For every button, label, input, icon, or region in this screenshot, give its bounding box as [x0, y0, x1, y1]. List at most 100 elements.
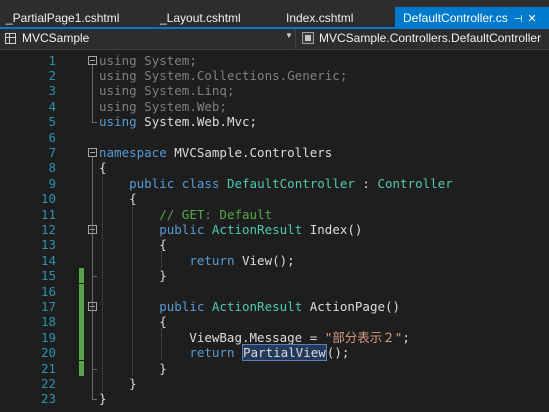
csharp-project-icon	[5, 33, 16, 44]
line-number: 22	[40, 375, 56, 391]
code-line[interactable]: 19 ViewBag.Message = "部分表示２";	[0, 329, 549, 346]
code-line[interactable]: 7 namespace MVCSample.Controllers	[0, 145, 549, 160]
code-line[interactable]: 14 return View();	[0, 253, 549, 268]
code-token: System.Web.Mvc;	[136, 114, 258, 130]
code-text: // GET: Default	[99, 207, 272, 222]
type-dropdown[interactable]: MVCSample.Controllers.DefaultController	[296, 29, 549, 49]
code-line[interactable]: 21 }	[0, 360, 549, 376]
code-text: return View();	[99, 252, 294, 268]
code-token: Index()	[302, 221, 363, 237]
line-number: 1	[48, 52, 56, 68]
code-line[interactable]: 20 return PartialView();	[0, 344, 549, 362]
actionpage-fold-guide-end	[92, 368, 97, 370]
code-line[interactable]: 1 using System;	[0, 53, 549, 68]
code-text: using System.Collections.Generic;	[99, 68, 347, 83]
collapse-icon[interactable]	[88, 55, 97, 65]
change-marker	[79, 314, 84, 330]
code-line[interactable]: 22 }	[0, 376, 549, 391]
project-dropdown[interactable]: MVCSample ▼	[0, 29, 296, 49]
code-token: }	[99, 391, 107, 407]
using-fold-guide	[92, 64, 93, 123]
line-number: 5	[48, 114, 56, 130]
namespace-fold-guide-end	[92, 399, 97, 401]
code-token: }	[99, 375, 137, 391]
code-line[interactable]: 6	[0, 130, 549, 145]
code-token: ();	[326, 345, 350, 361]
code-line[interactable]: 4 using System.Web;	[0, 99, 549, 114]
code-token: return	[189, 252, 235, 268]
code-line[interactable]: 23}	[0, 391, 549, 406]
code-line[interactable]: 17 public ActionResult ActionPage()	[0, 298, 549, 315]
line-number: 14	[40, 252, 56, 268]
tab-label: _Layout.cshtml	[160, 11, 241, 25]
code-token: using	[99, 52, 137, 68]
code-text: {	[99, 191, 137, 206]
code-token: using	[99, 114, 137, 130]
change-marker	[79, 360, 84, 376]
actionpage-fold-guide	[92, 310, 93, 369]
code-token: System.Web;	[136, 98, 227, 114]
indent-guide	[132, 205, 133, 376]
change-marker	[79, 283, 84, 299]
chevron-down-icon: ▼	[285, 31, 293, 40]
code-text: public class DefaultController : Control…	[99, 176, 453, 191]
line-number: 2	[48, 67, 56, 83]
code-token: public	[129, 175, 175, 191]
line-number: 8	[48, 160, 56, 176]
code-token: {	[99, 191, 137, 207]
code-line[interactable]: 16	[0, 283, 549, 299]
code-token: System.Collections.Generic;	[136, 67, 348, 83]
code-line[interactable]: 10 {	[0, 191, 549, 206]
index-fold-guide	[92, 233, 93, 277]
code-line[interactable]: 15 }	[0, 268, 549, 284]
pin-icon[interactable]: ⊣	[514, 14, 523, 25]
code-line[interactable]: 11 // GET: Default	[0, 207, 549, 222]
class-icon	[302, 32, 314, 44]
code-token: "部分表示２"	[324, 329, 403, 345]
code-line[interactable]: 13 {	[0, 237, 549, 252]
code-text: }	[99, 376, 137, 391]
code-text: using System.Web;	[99, 99, 227, 114]
code-token: public	[159, 298, 205, 314]
indent-guide	[161, 328, 162, 361]
code-text: using System.Linq;	[99, 83, 234, 98]
code-line[interactable]: 12 public ActionResult Index()	[0, 222, 549, 237]
line-number: 10	[40, 191, 56, 207]
line-number: 18	[40, 314, 56, 330]
code-line[interactable]: 9 public class DefaultController : Contr…	[0, 176, 549, 191]
indent-guide	[102, 174, 103, 392]
code-token: using	[99, 67, 137, 83]
code-line[interactable]: 3 using System.Linq;	[0, 83, 549, 98]
change-marker	[79, 298, 84, 315]
tab-layout[interactable]: _Layout.cshtml	[160, 7, 241, 29]
collapse-icon[interactable]	[88, 147, 97, 157]
code-line[interactable]: 2 using System.Collections.Generic;	[0, 68, 549, 83]
code-token: namespace	[99, 144, 167, 160]
tab-defaultcontroller[interactable]: DefaultController.cs ⊣ ✕	[395, 7, 549, 29]
tab-index[interactable]: Index.cshtml	[286, 7, 353, 29]
code-text: namespace MVCSample.Controllers	[99, 145, 332, 160]
line-number: 4	[48, 98, 56, 114]
code-token: System.Linq;	[136, 83, 235, 99]
tab-partialpage1[interactable]: _PartialPage1.cshtml	[6, 7, 119, 29]
code-token: ActionResult	[211, 221, 303, 237]
line-number: 11	[40, 206, 56, 222]
close-icon[interactable]: ✕	[527, 13, 536, 25]
code-line[interactable]: 5 using System.Web.Mvc;	[0, 114, 549, 129]
line-number: 16	[40, 283, 56, 299]
code-text: public ActionResult Index()	[99, 222, 362, 237]
tab-label: DefaultController.cs	[403, 11, 508, 25]
code-token: DefaultController	[226, 175, 355, 191]
code-line[interactable]: 8{	[0, 160, 549, 175]
code-text: public ActionResult ActionPage()	[99, 299, 400, 314]
code-token: Controller	[377, 175, 453, 191]
code-line[interactable]: 18 {	[0, 314, 549, 330]
code-editor[interactable]: 1 using System; 2 using System.Collections.…	[0, 50, 549, 412]
